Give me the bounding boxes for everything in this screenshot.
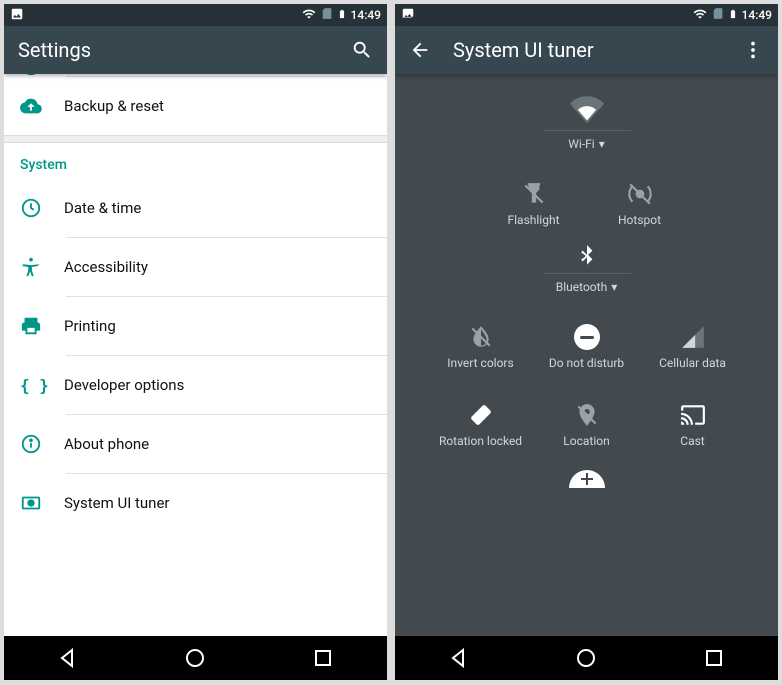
- tile-label: Cast: [680, 434, 704, 448]
- braces-icon: { }: [20, 376, 64, 395]
- wifi-tile-icon[interactable]: [570, 92, 604, 126]
- status-bar: 14:49: [4, 4, 387, 26]
- row-backup-reset[interactable]: Backup & reset: [4, 77, 387, 135]
- tile-invert-colors[interactable]: Invert colors: [428, 308, 534, 386]
- nav-bar: [4, 636, 387, 680]
- bluetooth-tile-icon[interactable]: [574, 243, 600, 269]
- tile-label: Invert colors: [447, 356, 513, 370]
- nav-recents-icon[interactable]: [702, 646, 726, 670]
- back-arrow-icon[interactable]: [409, 39, 431, 61]
- nav-home-icon[interactable]: [574, 646, 598, 670]
- row-accessibility[interactable]: Accessibility: [4, 238, 387, 296]
- tile-cast[interactable]: Cast: [640, 386, 746, 464]
- status-time: 14:49: [351, 8, 381, 22]
- bluetooth-dropdown[interactable]: Bluetooth ▾: [556, 280, 617, 294]
- row-label: Developer options: [64, 376, 184, 394]
- chevron-down-icon: ▾: [611, 280, 617, 294]
- bluetooth-label: Bluetooth: [556, 280, 607, 294]
- battery-icon: [337, 7, 347, 24]
- row-label: System UI tuner: [64, 494, 170, 512]
- nav-back-icon[interactable]: [447, 646, 471, 670]
- add-tile-button[interactable]: [569, 470, 605, 488]
- nav-recents-icon[interactable]: [311, 646, 335, 670]
- tile-flashlight[interactable]: Flashlight: [481, 165, 587, 243]
- row-label: Printing: [64, 317, 116, 335]
- picture-icon: [10, 7, 24, 24]
- rotation-lock-icon: [468, 402, 494, 428]
- wifi-dropdown[interactable]: Wi-Fi ▾: [568, 137, 604, 151]
- location-icon: [574, 402, 600, 428]
- more-vert-icon[interactable]: [742, 39, 764, 61]
- tile-label: Do not disturb: [549, 356, 624, 370]
- info-icon: [20, 433, 64, 455]
- settings-appbar: Settings: [4, 26, 387, 74]
- nav-bar: [395, 636, 778, 680]
- row-about-phone[interactable]: About phone: [4, 415, 387, 473]
- row-developer-options[interactable]: { } Developer options: [4, 356, 387, 414]
- globe-icon: [20, 74, 64, 77]
- row-label: Language & input: [64, 74, 180, 75]
- invert-colors-icon: [468, 324, 494, 350]
- quick-settings-panel[interactable]: Wi-Fi ▾ Flashlight Hotspot: [395, 74, 778, 636]
- wifi-icon: [693, 7, 707, 24]
- system-tuner-icon: [20, 492, 64, 514]
- settings-title: Settings: [18, 38, 91, 62]
- row-label: About phone: [64, 435, 149, 453]
- status-time: 14:49: [742, 8, 772, 22]
- wifi-label: Wi-Fi: [568, 137, 594, 151]
- dnd-icon: [574, 324, 600, 350]
- cast-icon: [680, 402, 706, 428]
- row-label: Accessibility: [64, 258, 148, 276]
- status-bar: 14:49: [395, 4, 778, 26]
- search-icon[interactable]: [351, 39, 373, 61]
- tile-label: Flashlight: [508, 213, 560, 227]
- tile-hotspot[interactable]: Hotspot: [587, 165, 693, 243]
- flashlight-icon: [521, 181, 547, 207]
- sim-icon: [320, 7, 333, 23]
- tile-label: Cellular data: [659, 356, 726, 370]
- clock-icon: [20, 197, 64, 219]
- tile-do-not-disturb[interactable]: Do not disturb: [534, 308, 640, 386]
- row-printing[interactable]: Printing: [4, 297, 387, 355]
- accessibility-icon: [20, 256, 64, 278]
- tile-label: Location: [563, 434, 609, 448]
- tuner-appbar: System UI tuner: [395, 26, 778, 74]
- section-system: System: [4, 143, 387, 179]
- print-icon: [20, 315, 64, 337]
- row-label: Date & time: [64, 199, 141, 217]
- row-label: Backup & reset: [64, 97, 164, 115]
- nav-home-icon[interactable]: [183, 646, 207, 670]
- row-date-time[interactable]: Date & time: [4, 179, 387, 237]
- system-ui-tuner-screen: 14:49 System UI tuner Wi-Fi ▾: [395, 4, 778, 680]
- tile-location[interactable]: Location: [534, 386, 640, 464]
- signal-icon: [680, 324, 706, 350]
- row-system-ui-tuner[interactable]: System UI tuner: [4, 474, 387, 532]
- picture-icon: [401, 7, 415, 24]
- settings-screen: 14:49 Settings Language & input Backup &…: [4, 4, 387, 680]
- tile-label: Rotation locked: [439, 434, 522, 448]
- cloud-upload-icon: [20, 95, 64, 117]
- tile-label: Hotspot: [618, 213, 661, 227]
- chevron-down-icon: ▾: [599, 137, 605, 151]
- tile-cellular-data[interactable]: Cellular data: [640, 308, 746, 386]
- nav-back-icon[interactable]: [56, 646, 80, 670]
- hotspot-icon: [627, 181, 653, 207]
- tile-rotation-locked[interactable]: Rotation locked: [428, 386, 534, 464]
- wifi-icon: [302, 7, 316, 24]
- tuner-title: System UI tuner: [453, 38, 594, 62]
- settings-list[interactable]: Language & input Backup & reset System D…: [4, 74, 387, 636]
- sim-icon: [711, 7, 724, 23]
- battery-icon: [728, 7, 738, 24]
